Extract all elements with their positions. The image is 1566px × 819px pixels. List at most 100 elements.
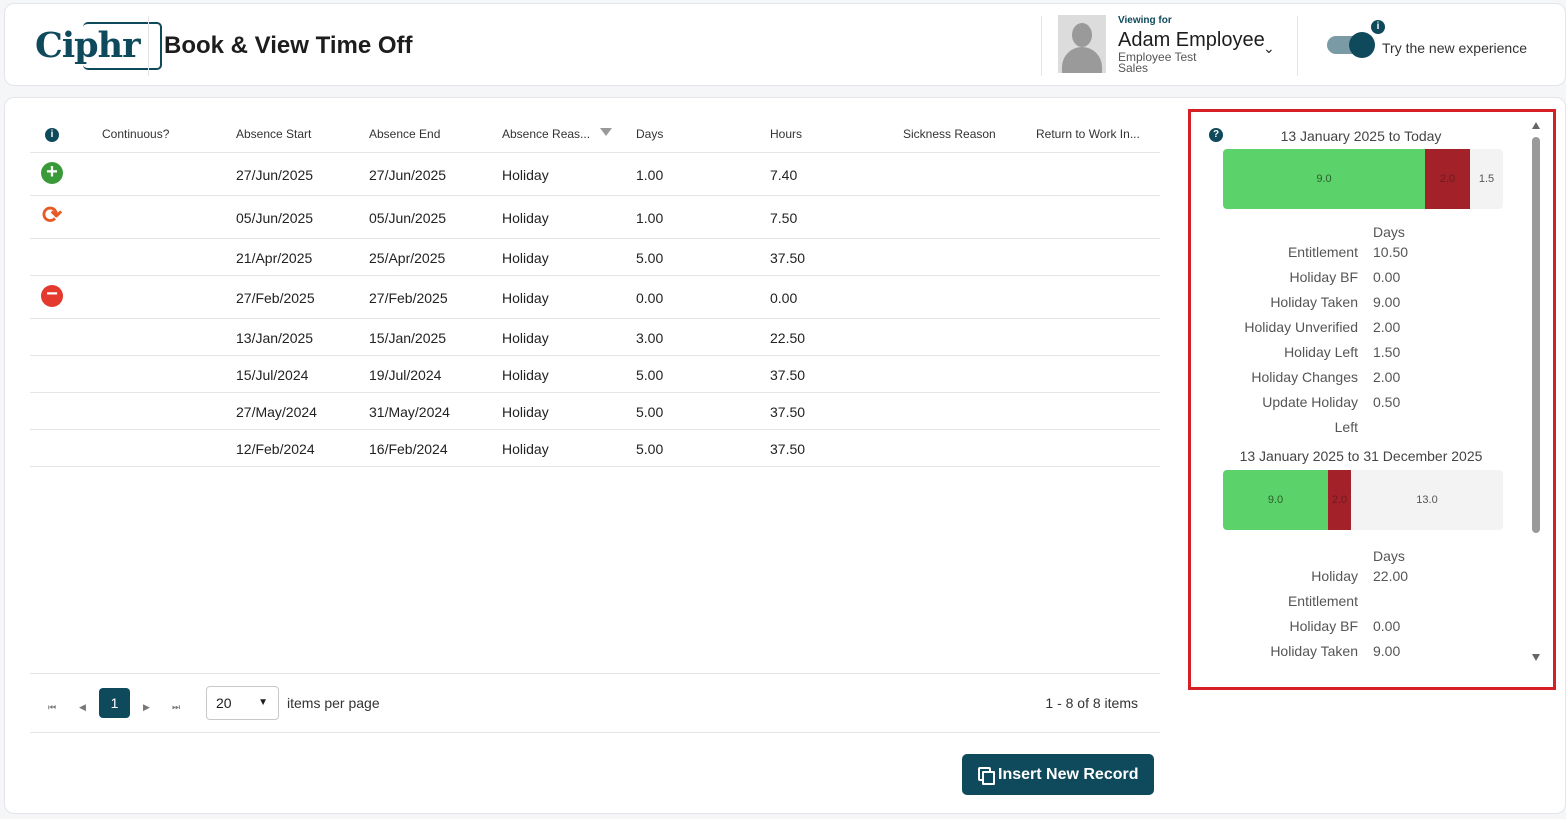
column-header-absence-start[interactable]: Absence Start — [236, 127, 311, 141]
cell-start: 05/Jun/2025 — [236, 210, 314, 226]
cell-reason: Holiday — [502, 404, 549, 420]
scroll-up-icon[interactable] — [1532, 122, 1540, 129]
stat-value: 10.50 — [1373, 244, 1409, 260]
stat-label: Entitlement — [1287, 593, 1358, 609]
units-header: Days — [1373, 548, 1405, 564]
column-header-days[interactable]: Days — [636, 127, 663, 141]
page-size-select[interactable]: 20 ▼ — [206, 686, 279, 720]
previous-page-icon[interactable]: ◀ — [79, 702, 86, 713]
employee-avatar — [1058, 15, 1106, 73]
employee-details: Employee Test Sales — [1118, 50, 1197, 75]
page-title: Book & View Time Off — [164, 32, 413, 59]
summary-period-2-title: 13 January 2025 to 31 December 2025 — [1239, 448, 1483, 464]
cell-end: 15/Jan/2025 — [369, 330, 447, 346]
table-row[interactable]: 13/Jan/2025 15/Jan/2025 Holiday 3.00 22.50 — [30, 319, 1160, 356]
stat-label: Holiday Unverified — [1244, 319, 1358, 335]
stat-label: Holiday Changes — [1251, 369, 1358, 385]
stat-label: Holiday BF — [1289, 269, 1358, 285]
help-icon[interactable]: ? — [1209, 128, 1223, 142]
column-header-return-to-work[interactable]: Return to Work In... — [1036, 127, 1140, 141]
stat-label: Holiday — [1311, 568, 1358, 584]
stat-label: Entitlement — [1287, 244, 1358, 260]
cell-hours: 37.50 — [770, 367, 806, 383]
table-row[interactable]: 12/Feb/2024 16/Feb/2024 Holiday 5.00 37.50 — [30, 430, 1160, 467]
table-row[interactable]: 21/Apr/2025 25/Apr/2025 Holiday 5.00 37.50 — [30, 239, 1160, 276]
summary-period-1-title: 13 January 2025 to Today — [1280, 128, 1442, 144]
cell-start: 12/Feb/2024 — [236, 441, 315, 457]
scroll-thumb[interactable] — [1532, 137, 1540, 533]
stat-value: 2.00 — [1373, 319, 1401, 335]
cell-end: 05/Jun/2025 — [369, 210, 447, 226]
cell-hours: 7.50 — [770, 210, 798, 226]
remove-circle-icon[interactable]: − — [41, 284, 63, 307]
summary-period-2-bar: 9.0 2.0 13.0 — [1223, 470, 1503, 530]
table-row[interactable]: 27/May/2024 31/May/2024 Holiday 5.00 37.50 — [30, 393, 1160, 430]
cell-days: 1.00 — [636, 210, 664, 226]
cell-reason: Holiday — [502, 210, 549, 226]
viewing-for-label: Viewing for — [1118, 15, 1172, 26]
filter-icon[interactable] — [600, 128, 612, 136]
ciphr-logo[interactable]: Ciphr — [35, 22, 162, 70]
sync-icon[interactable]: ⟳ — [41, 204, 63, 228]
stat-value: 22.00 — [1373, 568, 1409, 584]
add-circle-icon[interactable]: + — [41, 162, 63, 184]
chevron-down-icon[interactable]: ⌄ — [1263, 40, 1275, 57]
new-experience-label: Try the new experience — [1382, 40, 1527, 56]
column-header-absence-end[interactable]: Absence End — [369, 127, 440, 141]
cell-hours: 22.50 — [770, 330, 806, 346]
bar-segment: 2.0 — [1425, 149, 1470, 209]
column-header-absence-reason[interactable]: Absence Reas... — [502, 127, 590, 141]
header-divider — [148, 16, 149, 76]
cell-days: 3.00 — [636, 330, 664, 346]
cell-reason: Holiday — [502, 330, 549, 346]
bar-segment: 9.0 — [1223, 470, 1328, 530]
column-header-continuous[interactable]: Continuous? — [102, 127, 169, 141]
cell-hours: 37.50 — [770, 404, 806, 420]
cell-start: 21/Apr/2025 — [236, 250, 313, 266]
info-icon[interactable]: i — [1371, 20, 1385, 34]
page-button-current[interactable]: 1 — [99, 688, 130, 718]
dropdown-arrow-icon: ▼ — [258, 697, 268, 708]
last-page-icon[interactable]: ⏭ — [172, 702, 180, 713]
cell-days: 5.00 — [636, 441, 664, 457]
cell-start: 27/Feb/2025 — [236, 290, 315, 306]
column-header-sickness-reason[interactable]: Sickness Reason — [903, 127, 996, 141]
header-divider — [1297, 16, 1298, 76]
copy-icon — [978, 767, 995, 785]
stat-label: Update Holiday — [1262, 394, 1358, 410]
cell-days: 5.00 — [636, 367, 664, 383]
grid-pager: ⏮ ◀ 1 ▶ ⏭ 20 ▼ items per page 1 - 8 of 8 … — [30, 673, 1160, 733]
stat-label: Holiday Left — [1284, 344, 1358, 360]
insert-new-record-button[interactable]: Insert New Record — [962, 754, 1154, 795]
new-experience-toggle[interactable] — [1327, 32, 1375, 58]
table-row[interactable]: 15/Jul/2024 19/Jul/2024 Holiday 5.00 37.50 — [30, 356, 1160, 393]
entitlement-summary-panel: ? 13 January 2025 to Today 9.0 2.0 1.5 Day… — [1188, 109, 1556, 690]
cell-days: 0.00 — [636, 290, 664, 306]
summary-scrollbar[interactable] — [1531, 122, 1541, 667]
pager-info: 1 - 8 of 8 items — [1045, 695, 1138, 711]
cell-hours: 37.50 — [770, 441, 806, 457]
absence-grid: i Continuous? Absence Start Absence End … — [30, 111, 1160, 467]
main-content: i Continuous? Absence Start Absence End … — [4, 97, 1566, 814]
stat-value: 9.00 — [1373, 294, 1401, 310]
first-page-icon[interactable]: ⏮ — [48, 702, 56, 713]
cell-reason: Holiday — [502, 167, 549, 183]
next-page-icon[interactable]: ▶ — [143, 702, 150, 713]
employee-selector[interactable]: Adam Employee — [1118, 29, 1265, 52]
table-row[interactable]: +27/Jun/2025 27/Jun/2025 Holiday 1.00 7.40 — [30, 153, 1160, 196]
cell-start: 15/Jul/2024 — [236, 367, 309, 383]
stat-label: Left — [1334, 419, 1358, 435]
stat-value: 0.00 — [1373, 618, 1401, 634]
table-row[interactable]: ⟳ 05/Jun/2025 05/Jun/2025 Holiday 1.00 7.50 — [30, 196, 1160, 239]
cell-hours: 37.50 — [770, 250, 806, 266]
cell-days: 1.00 — [636, 167, 664, 183]
column-header-hours[interactable]: Hours — [770, 127, 802, 141]
bar-segment: 13.0 — [1351, 470, 1503, 530]
cell-hours: 0.00 — [770, 290, 798, 306]
scroll-down-icon[interactable] — [1532, 654, 1540, 661]
cell-end: 31/May/2024 — [369, 404, 450, 420]
cell-hours: 7.40 — [770, 167, 798, 183]
table-row[interactable]: − 27/Feb/2025 27/Feb/2025 Holiday 0.00 0.00 — [30, 276, 1160, 319]
info-icon[interactable]: i — [45, 128, 59, 142]
cell-end: 27/Jun/2025 — [369, 167, 447, 183]
